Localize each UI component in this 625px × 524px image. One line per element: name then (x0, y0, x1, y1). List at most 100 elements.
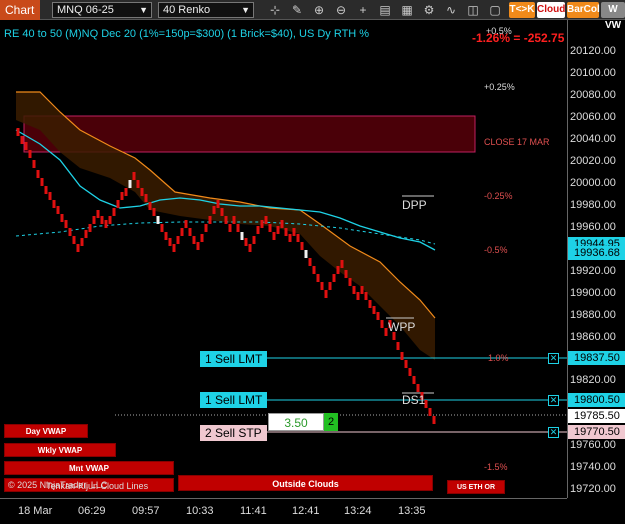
time-tick: 18 Mar (18, 505, 53, 517)
position-quantity[interactable]: 2 (324, 413, 338, 431)
renko-brick (124, 188, 128, 196)
renko-brick (120, 192, 124, 200)
renko-brick (240, 232, 244, 240)
renko-brick (188, 228, 192, 236)
pct-label-minus-1-5: -1.5% (484, 462, 508, 472)
bar-type-label: 40 Renko (163, 4, 211, 16)
price-axis[interactable]: 20120.00 20100.00 20080.00 20060.00 2004… (567, 20, 625, 498)
data-box-icon[interactable]: ◫ (464, 2, 482, 18)
renko-brick (256, 226, 260, 234)
renko-brick (304, 250, 308, 258)
cloud-button[interactable]: Cloud (537, 2, 565, 18)
chart-plot-area[interactable]: RE 40 to 50 (M)NQ Dec 20 (1%=150p=$300) … (0, 20, 567, 498)
renko-brick (244, 238, 248, 246)
renko-brick (128, 180, 132, 188)
renko-brick (88, 224, 92, 232)
cancel-order-1-icon[interactable]: ✕ (548, 353, 559, 364)
renko-brick (16, 128, 20, 136)
chart-trader-icon[interactable]: ∿ (442, 2, 460, 18)
renko-brick (372, 306, 376, 314)
renko-brick (404, 360, 408, 368)
sell-limit-order-1[interactable]: 1 Sell LMT (200, 351, 268, 367)
properties-icon[interactable]: ▤ (376, 2, 394, 18)
renko-brick (332, 274, 336, 282)
bar-type-selector[interactable]: 40 Renko ▼ (158, 2, 254, 18)
crosshair-icon[interactable]: ⊹ (266, 2, 284, 18)
renko-brick (224, 216, 228, 224)
renko-brick (316, 274, 320, 282)
renko-brick (216, 200, 220, 208)
renko-brick (336, 266, 340, 274)
template-icon[interactable]: ▦ (398, 2, 416, 18)
price-tick: 20100.00 (570, 67, 616, 79)
renko-brick (56, 206, 60, 214)
renko-brick (284, 228, 288, 236)
renko-brick (236, 224, 240, 232)
renko-brick (204, 224, 208, 232)
renko-brick (72, 236, 76, 244)
indicator-name-text: Tenkan-Kijun Cloud Lines (46, 481, 149, 491)
renko-brick (48, 192, 52, 200)
chevron-down-icon: ▼ (241, 5, 250, 15)
position-avg-price[interactable]: 3.50 (268, 413, 324, 431)
renko-brick (52, 200, 56, 208)
time-tick: 11:41 (240, 505, 267, 517)
strategy-icon[interactable]: ⚙ (420, 2, 438, 18)
renko-brick (356, 292, 360, 300)
renko-brick (348, 278, 352, 286)
ds1-label: DS1 (402, 393, 426, 407)
renko-brick (296, 234, 300, 242)
renko-brick (84, 230, 88, 238)
time-tick: 06:29 (78, 505, 106, 517)
renko-brick (32, 160, 36, 168)
price-tick: 19820.00 (570, 374, 616, 386)
add-icon[interactable]: + (354, 2, 372, 18)
price-tick: 20020.00 (570, 155, 616, 167)
renko-brick (272, 232, 276, 240)
draw-pencil-icon[interactable]: ✎ (288, 2, 306, 18)
us-eth-or-label: US ETH OR (447, 480, 505, 494)
cancel-order-3-icon[interactable]: ✕ (548, 427, 559, 438)
chart-tab[interactable]: Chart (0, 0, 40, 20)
price-tag-last: 19785.50 (568, 409, 625, 423)
zoom-out-icon[interactable]: ⊖ (332, 2, 350, 18)
price-tick: 19760.00 (570, 439, 616, 451)
zoom-in-icon[interactable]: ⊕ (310, 2, 328, 18)
renko-brick (172, 244, 176, 252)
renko-brick (248, 244, 252, 252)
renko-brick (252, 236, 256, 244)
barcol-button[interactable]: BarCol (567, 2, 600, 18)
renko-brick (28, 150, 32, 158)
price-tag-order-3: 19770.50 (568, 425, 625, 439)
renko-brick (428, 408, 432, 416)
renko-brick (104, 220, 108, 228)
tenkan-kijun-button[interactable]: T<>K (509, 2, 535, 18)
renko-brick (140, 188, 144, 196)
time-axis[interactable]: 18 Mar 06:29 09:57 10:33 11:41 12:41 13:… (0, 498, 567, 524)
monthly-vwap-label: Mnt VWAP (4, 461, 174, 475)
sell-stop-order[interactable]: 2 Sell STP (200, 425, 267, 441)
instrument-selector[interactable]: MNQ 06-25 ▼ (52, 2, 152, 18)
renko-brick (328, 282, 332, 290)
cancel-order-2-icon[interactable]: ✕ (548, 395, 559, 406)
dpp-label: DPP (402, 198, 427, 212)
pct-label-minus-0-25: -0.25% (484, 191, 513, 201)
renko-brick (164, 232, 168, 240)
renko-brick (184, 220, 188, 228)
renko-brick (308, 258, 312, 266)
sell-limit-order-2[interactable]: 1 Sell LMT (200, 392, 268, 408)
toolbar: Chart MNQ 06-25 ▼ 40 Renko ▼ ⊹ ✎ ⊕ ⊖ + ▤… (0, 0, 625, 31)
renko-brick (44, 186, 48, 194)
price-tick: 19860.00 (570, 331, 616, 343)
renko-brick (360, 286, 364, 294)
price-tick: 20120.00 (570, 45, 616, 57)
window-icon[interactable]: ▢ (486, 2, 504, 18)
renko-brick (76, 244, 80, 252)
renko-brick (220, 208, 224, 216)
renko-brick (376, 312, 380, 320)
renko-brick (260, 220, 264, 228)
renko-brick (36, 170, 40, 178)
weekly-vwap-button[interactable]: W VW (601, 2, 625, 31)
renko-brick (144, 194, 148, 202)
price-tick: 19720.00 (570, 483, 616, 495)
